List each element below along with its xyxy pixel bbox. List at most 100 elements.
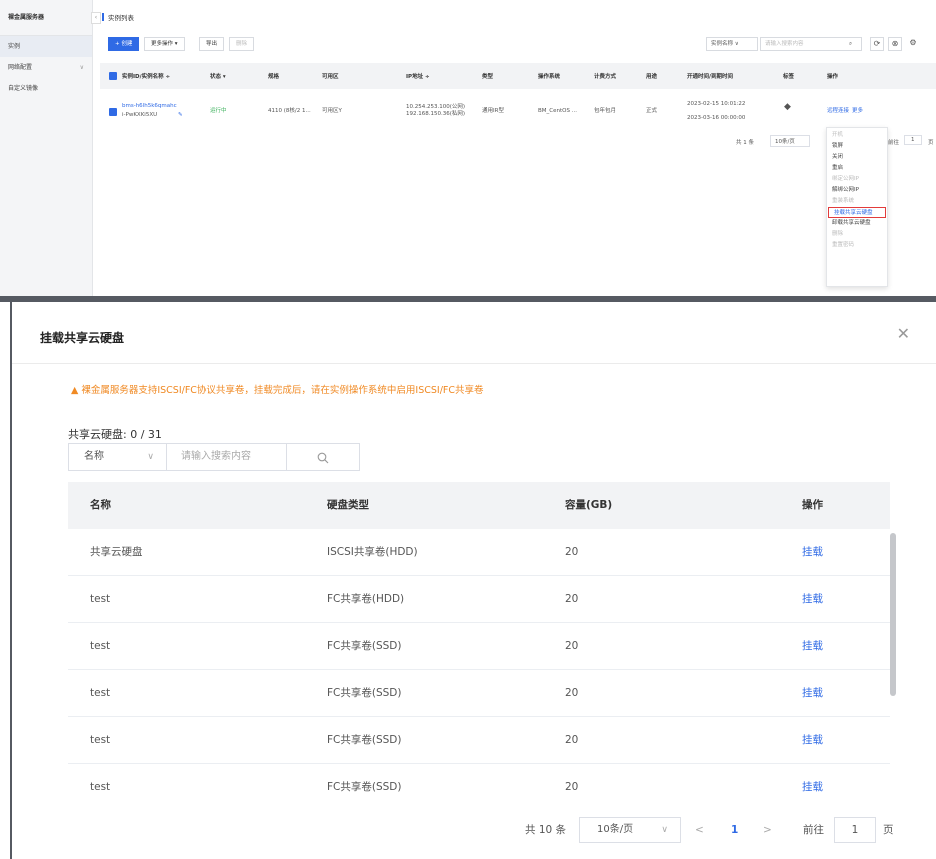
current-page-number[interactable]: 1: [731, 817, 738, 843]
create-button[interactable]: + 创建: [108, 37, 140, 51]
settings-circle-icon[interactable]: ⊗: [888, 37, 902, 51]
menu-item-detach-shared-disk[interactable]: 卸载共享云硬盘: [827, 218, 887, 229]
col-header: 开通时间/到期时间: [687, 74, 734, 80]
menu-item-bind-ip[interactable]: 绑定公网IP: [827, 174, 887, 185]
spec-value: 4110 (8核/2 1...: [268, 108, 311, 114]
disk-type: FC共享卷(SSD): [327, 687, 402, 699]
table-row: test FC共享卷(HDD) 20 挂载: [68, 576, 890, 623]
instance-id-link[interactable]: bms-h6lh5k6qmahc: [122, 103, 177, 110]
disk-table-body: 共享云硬盘 ISCSI共享卷(HDD) 20 挂载 test FC共享卷(HDD…: [68, 529, 890, 804]
search-field-select[interactable]: 名称 ∨: [69, 444, 167, 470]
col-header: 计费方式: [594, 74, 617, 80]
attach-shared-disk-dialog: 挂载共享云硬盘 ✕ ▲ 裸金属服务器支持ISCSI/FC协议共享卷，挂载完成后，…: [10, 302, 936, 859]
type-value: 通用IR型: [482, 108, 504, 114]
col-header: 标签: [783, 74, 795, 80]
attach-link[interactable]: 挂载: [802, 764, 823, 804]
attach-link[interactable]: 挂载: [802, 623, 823, 670]
main-content: 实例列表 + 创建 更多操作 ▾ 导出 删除 实例名称 ∨ 请输入搜索内容 ⌕ …: [100, 0, 936, 296]
col-header: 类型: [482, 74, 494, 80]
col-header-capacity: 容量(GB): [565, 499, 613, 511]
dialog-divider: [12, 363, 936, 364]
menu-item-shutdown[interactable]: 关闭: [827, 152, 887, 163]
mini-pager-unit: 页: [928, 140, 934, 146]
disk-name: test: [90, 687, 111, 699]
sidebar-item-label: 网络配置: [8, 64, 33, 71]
page-size-select[interactable]: 10条/页 ∨: [579, 817, 681, 843]
breadcrumb: 实例列表: [102, 13, 134, 22]
col-header: 操作: [827, 74, 839, 80]
disk-search: 名称 ∨ 请输入搜索内容: [68, 443, 360, 471]
menu-item-attach-shared-disk[interactable]: 挂载共享云硬盘: [828, 207, 886, 218]
select-all-checkbox[interactable]: [109, 72, 117, 80]
menu-item-power-on[interactable]: 开机: [827, 130, 887, 141]
more-actions-menu: 开机 锁屏 关闭 重启 绑定公网IP 解绑公网IP 重装系统 挂载共享云硬盘 卸…: [826, 127, 888, 287]
col-header[interactable]: 状态 ▾: [210, 72, 226, 80]
attach-link[interactable]: 挂载: [802, 576, 823, 623]
menu-item-lock[interactable]: 锁屏: [827, 141, 887, 152]
disk-type: FC共享卷(SSD): [327, 734, 402, 746]
col-header: 规格: [268, 74, 280, 80]
table-scrollbar[interactable]: [889, 528, 897, 807]
search-icon[interactable]: ⌕: [840, 37, 862, 51]
mini-pager-input[interactable]: 1: [904, 135, 922, 145]
disk-type: ISCSI共享卷(HDD): [327, 546, 418, 558]
disk-capacity: 20: [565, 546, 579, 558]
more-actions-button[interactable]: 更多操作 ▾: [144, 37, 185, 51]
export-button[interactable]: 导出: [199, 37, 225, 51]
filter-field-select[interactable]: 实例名称 ∨: [706, 37, 758, 51]
gear-icon[interactable]: ⚙: [906, 37, 920, 51]
search-field-label: 名称: [84, 451, 104, 462]
close-icon[interactable]: ✕: [897, 324, 910, 343]
table-row: test FC共享卷(SSD) 20 挂载: [68, 764, 890, 804]
col-header: 可用区: [322, 74, 339, 80]
scrollbar-thumb[interactable]: [890, 533, 896, 696]
sidebar-item-instance[interactable]: 实例: [0, 36, 92, 57]
col-header: 用途: [646, 74, 658, 80]
disk-table: 名称 硬盘类型 容量(GB) 操作 共享云硬盘 ISCSI共享卷(HDD) 20…: [68, 482, 890, 804]
mini-pager-size[interactable]: 10条/页: [770, 135, 810, 147]
sidebar-title: 裸金属服务器: [0, 0, 92, 36]
row-checkbox[interactable]: [109, 108, 117, 116]
sidebar-item-custom-image[interactable]: 自定义镜像: [0, 78, 92, 99]
col-header[interactable]: IP地址 ÷: [406, 72, 430, 80]
menu-item-reset-password[interactable]: 重置密码: [827, 240, 887, 251]
col-header-name: 名称: [90, 499, 111, 511]
attach-link[interactable]: 挂载: [802, 670, 823, 717]
disk-name: test: [90, 781, 111, 793]
menu-item-unbind-ip[interactable]: 解绑公网IP: [827, 185, 887, 196]
disk-capacity: 20: [565, 687, 579, 699]
dialog-title: 挂载共享云硬盘: [40, 331, 125, 345]
menu-item-delete[interactable]: 删除: [827, 229, 887, 240]
search-button[interactable]: [287, 444, 359, 470]
col-header: 操作系统: [538, 74, 561, 80]
attach-link[interactable]: 挂载: [802, 717, 823, 764]
col-header[interactable]: 实例ID/实例名称 ÷: [122, 72, 170, 80]
disk-name: test: [90, 734, 111, 746]
sidebar-item-network[interactable]: 网络配置 ∨: [0, 57, 92, 78]
mini-pager-goto: 前往: [888, 140, 900, 146]
col-header-type: 硬盘类型: [327, 499, 369, 511]
more-link[interactable]: 更多: [852, 108, 863, 115]
refresh-icon[interactable]: ⟳: [870, 37, 884, 51]
disk-type: FC共享卷(HDD): [327, 593, 405, 605]
table-row: test FC共享卷(SSD) 20 挂载: [68, 670, 890, 717]
disk-name: 共享云硬盘: [90, 546, 143, 558]
search-input[interactable]: 请输入搜索内容: [167, 444, 287, 470]
menu-item-reboot[interactable]: 重启: [827, 163, 887, 174]
col-header-action: 操作: [802, 499, 823, 511]
prev-page-button[interactable]: <: [695, 817, 704, 843]
next-page-button[interactable]: >: [763, 817, 772, 843]
disk-capacity: 20: [565, 734, 579, 746]
attach-link[interactable]: 挂载: [802, 529, 823, 576]
goto-page-input[interactable]: 1: [834, 817, 876, 843]
tag-icon[interactable]: ◆: [784, 103, 791, 112]
zone-value: 可用区Y: [322, 108, 342, 114]
chevron-down-icon: ∨: [661, 825, 668, 835]
delete-button[interactable]: 删除: [229, 37, 255, 51]
disk-type: FC共享卷(SSD): [327, 781, 402, 793]
menu-item-reinstall[interactable]: 重装系统: [827, 196, 887, 207]
remote-connect-link[interactable]: 远程连接: [827, 108, 849, 115]
search-icon: [317, 452, 329, 464]
disk-capacity: 20: [565, 640, 579, 652]
edit-icon[interactable]: ✎: [178, 112, 183, 119]
